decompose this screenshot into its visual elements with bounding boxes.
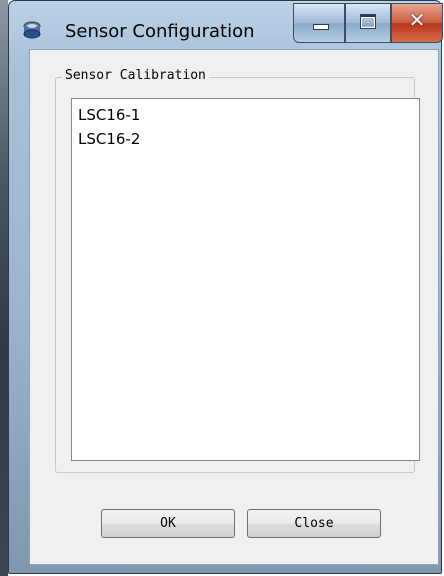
maximize-button[interactable] [345, 3, 391, 43]
title-bar[interactable]: Sensor Configuration ✕ [9, 1, 443, 51]
dialog-client-area: Sensor Calibration LSC16-1 LSC16-2 OK Cl… [29, 49, 439, 565]
list-item[interactable]: LSC16-2 [78, 130, 140, 152]
close-icon: ✕ [408, 8, 426, 32]
sensor-configuration-window: Sensor Configuration ✕ Sensor Calibratio… [8, 0, 443, 574]
list-item[interactable]: LSC16-1 [78, 106, 140, 128]
group-label: Sensor Calibration [62, 68, 209, 83]
minimize-icon [313, 24, 329, 30]
close-button[interactable]: Close [247, 509, 381, 538]
sensor-list[interactable]: LSC16-1 LSC16-2 [71, 98, 420, 461]
ok-button[interactable]: OK [101, 509, 235, 538]
close-window-button[interactable]: ✕ [391, 3, 443, 43]
maximize-icon [360, 14, 376, 29]
minimize-button[interactable] [293, 3, 345, 43]
sensor-app-icon [23, 21, 41, 39]
background-window-edge [0, 0, 8, 576]
window-title: Sensor Configuration [65, 21, 255, 42]
